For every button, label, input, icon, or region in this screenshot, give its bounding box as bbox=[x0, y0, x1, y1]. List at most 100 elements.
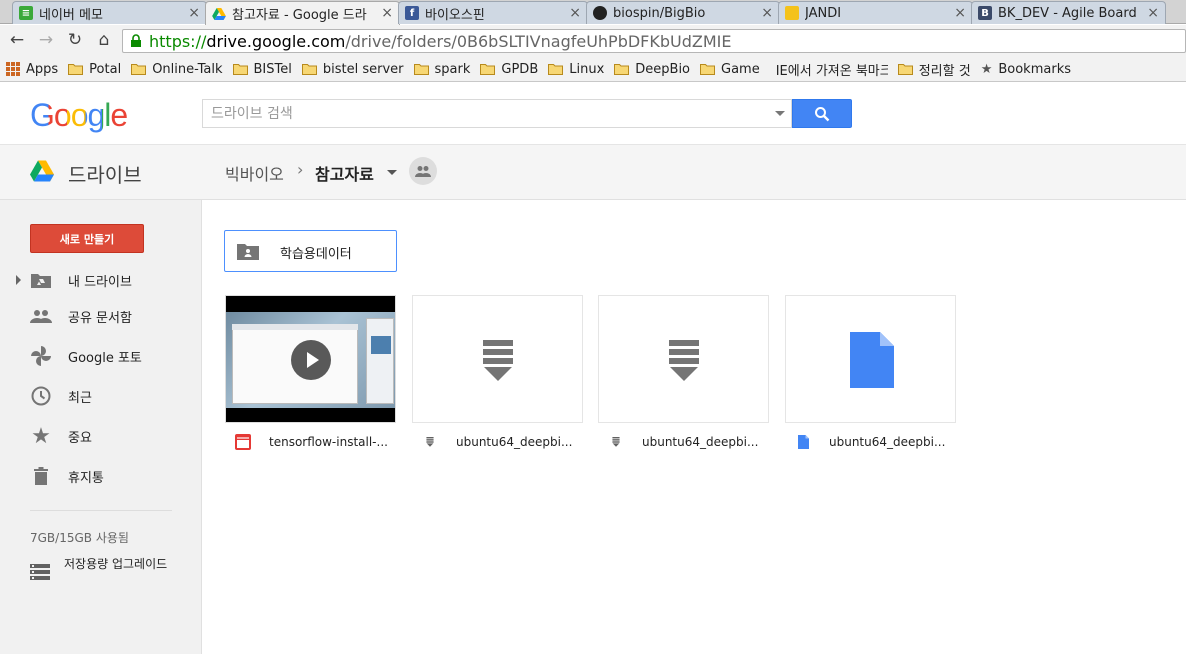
tab-title: biospin/BigBio bbox=[613, 5, 706, 21]
file-item[interactable]: ubuntu64_deepbi... bbox=[412, 295, 583, 455]
bookmark-other[interactable]: ★ Bookmarks bbox=[981, 62, 1071, 77]
sidebar-divider bbox=[30, 510, 172, 511]
tab-title: 바이오스핀 bbox=[425, 7, 485, 23]
search-input[interactable] bbox=[203, 100, 763, 127]
address-bar[interactable]: https://drive.google.com/drive/folders/0… bbox=[122, 29, 1186, 53]
reload-icon[interactable]: ↻ bbox=[66, 31, 84, 49]
sidebar-item-starred[interactable]: ★ 중요 bbox=[0, 421, 202, 451]
clock-icon bbox=[30, 385, 52, 407]
file-name: tensorflow-install-... bbox=[269, 435, 388, 449]
close-icon[interactable]: × bbox=[954, 5, 966, 21]
shared-people-icon[interactable] bbox=[409, 157, 437, 185]
tab-naver-memo[interactable]: ≡ 네이버 메모 × bbox=[12, 1, 207, 24]
url-path: /drive/folders/0B6bSLTIVnagfeUhPbDFKbUdZ… bbox=[345, 31, 732, 51]
file-item[interactable]: tensorflow-install-... bbox=[225, 295, 396, 455]
bookmark-folder[interactable]: GPDB bbox=[480, 62, 538, 77]
sidebar-item-label: Google 포토 bbox=[68, 350, 142, 366]
chevron-down-icon[interactable] bbox=[387, 170, 397, 175]
tab-github[interactable]: biospin/BigBio × bbox=[586, 1, 780, 24]
bookmark-folder[interactable]: spark bbox=[413, 62, 470, 77]
chevron-right-icon: › bbox=[297, 160, 304, 179]
folder-icon bbox=[897, 64, 913, 75]
folder-icon bbox=[700, 64, 716, 75]
browser-toolbar: ← → ↻ ⌂ https://drive.google.com/drive/f… bbox=[0, 25, 1186, 57]
star-icon: ★ bbox=[31, 423, 51, 449]
file-item[interactable]: ubuntu64_deepbi... bbox=[598, 295, 769, 455]
lock-icon bbox=[131, 34, 141, 47]
bookmark-label: Bookmarks bbox=[998, 61, 1071, 77]
google-header: Google bbox=[0, 83, 1186, 145]
document-file-icon bbox=[795, 434, 811, 450]
bookmark-folder[interactable]: DeepBio bbox=[614, 62, 690, 77]
sidebar-item-shared[interactable]: 공유 문서함 bbox=[0, 301, 202, 331]
breadcrumb-parent[interactable]: 빅바이오 bbox=[225, 161, 284, 185]
close-icon[interactable]: × bbox=[381, 5, 393, 21]
file-browser: 학습용데이터 tensorflow-install-... ubuntu64_d… bbox=[203, 200, 1186, 654]
file-name: ubuntu64_deepbi... bbox=[456, 435, 573, 449]
forward-arrow-icon[interactable]: → bbox=[37, 31, 55, 49]
new-button[interactable]: 새로 만들기 bbox=[30, 224, 144, 253]
sidebar-item-label: 내 드라이브 bbox=[68, 274, 132, 290]
bookmark-label: Potal bbox=[89, 61, 122, 77]
search-icon bbox=[815, 106, 830, 121]
search-button[interactable] bbox=[792, 99, 852, 128]
tab-google-drive[interactable]: 참고자료 - Google 드라 × bbox=[205, 1, 400, 25]
bookmark-apps[interactable]: Apps bbox=[6, 62, 58, 77]
bookmark-label: Online-Talk bbox=[152, 61, 223, 77]
google-drive-logo-icon[interactable] bbox=[30, 160, 54, 182]
file-thumbnail bbox=[598, 295, 769, 423]
sidebar-item-photos[interactable]: Google 포토 bbox=[0, 341, 202, 371]
bookmark-folder[interactable]: IE에서 가져온 북마크 bbox=[770, 60, 888, 79]
bookmark-folder[interactable]: BISTel bbox=[232, 61, 292, 77]
sidebar-item-label: 최근 bbox=[68, 390, 92, 406]
expand-arrow-icon[interactable] bbox=[16, 275, 21, 285]
sidebar-item-my-drive[interactable]: 내 드라이브 bbox=[0, 265, 202, 295]
folder-item[interactable]: 학습용데이터 bbox=[224, 230, 397, 272]
drive-subheader: 드라이브 빅바이오 › 참고자료 bbox=[0, 145, 1186, 200]
home-icon[interactable]: ⌂ bbox=[95, 31, 113, 49]
close-icon[interactable]: × bbox=[761, 5, 773, 21]
search-box bbox=[202, 99, 792, 128]
tab-title: JANDI bbox=[805, 5, 842, 21]
play-icon[interactable] bbox=[291, 340, 331, 380]
bookmark-folder[interactable]: Potal bbox=[68, 62, 121, 77]
tab-title: 네이버 메모 bbox=[39, 7, 103, 23]
storage-icon bbox=[30, 564, 50, 580]
tab-jandi[interactable]: JANDI × bbox=[778, 1, 973, 24]
sidebar-item-trash[interactable]: 휴지통 bbox=[0, 461, 202, 491]
close-icon[interactable]: × bbox=[1147, 5, 1159, 21]
sidebar-item-label: 중요 bbox=[68, 430, 92, 446]
download-file-icon bbox=[422, 434, 438, 450]
folder-icon bbox=[232, 64, 248, 75]
folder-icon bbox=[301, 64, 317, 75]
bookmark-label: 정리할 것 bbox=[918, 63, 971, 79]
sidebar-item-label: 휴지통 bbox=[68, 470, 104, 486]
folder-icon bbox=[413, 64, 429, 75]
close-icon[interactable]: × bbox=[188, 5, 200, 21]
storage-usage: 7GB/15GB 사용됨 bbox=[30, 531, 129, 545]
sidebar-item-recent[interactable]: 최근 bbox=[0, 381, 202, 411]
drive-title[interactable]: 드라이브 bbox=[68, 159, 142, 188]
tab-bitbucket[interactable]: B BK_DEV - Agile Board × bbox=[971, 1, 1166, 24]
folder-icon bbox=[614, 64, 630, 75]
google-logo[interactable]: Google bbox=[30, 97, 128, 134]
file-item[interactable]: ubuntu64_deepbi... bbox=[785, 295, 956, 455]
breadcrumb-current[interactable]: 참고자료 bbox=[315, 161, 374, 185]
sidebar: 새로 만들기 내 드라이브 공유 문서함 Google 포토 최근 ★ 중요 휴… bbox=[0, 200, 202, 654]
file-thumbnail bbox=[785, 295, 956, 423]
bookmark-folder[interactable]: Linux bbox=[548, 62, 604, 77]
bookmark-folder[interactable]: 정리할 것 bbox=[897, 60, 971, 79]
back-arrow-icon[interactable]: ← bbox=[8, 31, 26, 49]
close-icon[interactable]: × bbox=[569, 5, 581, 21]
bookmark-folder[interactable]: bistel server bbox=[301, 62, 404, 77]
bookmark-label: DeepBio bbox=[635, 61, 691, 77]
bookmark-folder[interactable]: Online-Talk bbox=[131, 61, 223, 77]
bookmarks-bar: Apps Potal Online-Talk BISTel bistel ser… bbox=[0, 57, 1186, 82]
bookmark-label: BISTel bbox=[253, 61, 292, 77]
sidebar-item-label: 공유 문서함 bbox=[68, 310, 132, 326]
bookmark-label: Game bbox=[721, 61, 760, 77]
bookmark-folder[interactable]: Game bbox=[700, 62, 760, 77]
search-options-dropdown-icon[interactable] bbox=[775, 111, 785, 116]
file-name: ubuntu64_deepbi... bbox=[642, 435, 759, 449]
tab-facebook[interactable]: f 바이오스핀 × bbox=[398, 1, 588, 24]
